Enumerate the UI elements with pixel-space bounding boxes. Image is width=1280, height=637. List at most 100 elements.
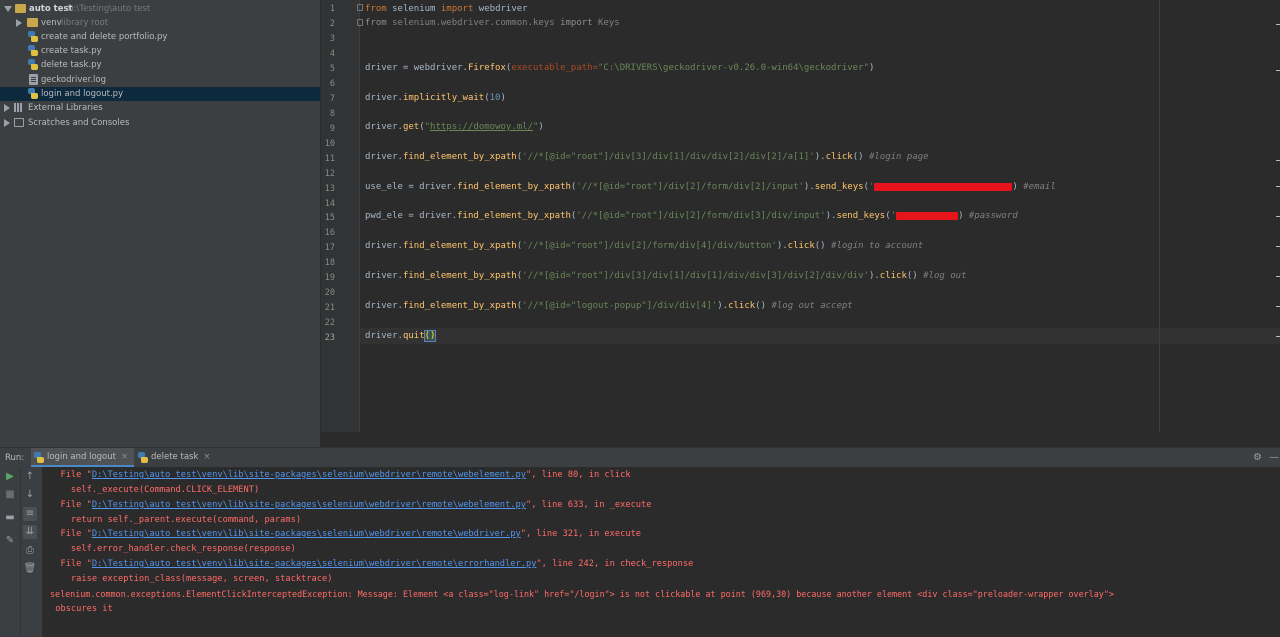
code-text: ).: [814, 152, 826, 162]
code-url-link[interactable]: https://domowoy.ml/: [430, 122, 533, 132]
tree-item-scratches[interactable]: Scratches and Consoles: [0, 116, 320, 130]
arrow-down-icon[interactable]: ↓: [23, 488, 37, 502]
console-error-line: obscures it: [50, 604, 113, 614]
stripe-mark[interactable]: [1276, 216, 1280, 217]
console-file-link[interactable]: D:\Testing\auto test\venv\lib\site-packa…: [92, 559, 537, 569]
console-text: File ": [50, 470, 92, 480]
line-number: 22: [324, 318, 335, 328]
tree-item-file-selected[interactable]: login and logout.py: [0, 87, 320, 101]
print-icon[interactable]: ⎙: [23, 544, 37, 558]
chevron-right-icon[interactable]: [4, 104, 10, 112]
line-number: 10: [324, 139, 335, 149]
stripe-mark[interactable]: [1276, 186, 1280, 187]
tab-login-and-logout[interactable]: login and logout ×: [31, 448, 135, 467]
arrow-up-icon[interactable]: ↑: [23, 470, 37, 484]
console-text: File ": [50, 500, 92, 510]
run-console-output[interactable]: File "D:\Testing\auto test\venv\lib\site…: [42, 467, 1280, 637]
close-icon[interactable]: ×: [203, 452, 210, 462]
line-number: 1: [329, 4, 335, 14]
stripe-mark[interactable]: [1276, 246, 1280, 247]
gear-icon[interactable]: ⚙: [1253, 452, 1262, 463]
line-number: 8: [329, 109, 335, 119]
console-line: self._execute(Command.CLICK_ELEMENT): [50, 485, 260, 495]
stripe-mark[interactable]: [1276, 276, 1280, 277]
code-comment: #login page: [868, 152, 929, 162]
code-string: '//*[@id="root"]/div[3]/div[1]/div/div[2…: [522, 152, 815, 162]
python-file-icon: [28, 59, 38, 70]
code-text: ).: [825, 211, 837, 221]
tree-item-file[interactable]: delete task.py: [0, 58, 320, 72]
chevron-right-icon[interactable]: [4, 119, 10, 127]
line-number: 17: [324, 243, 335, 253]
tree-root-auto-test[interactable]: auto test D:\Testing\auto test: [0, 2, 320, 16]
line-number: 15: [324, 213, 335, 223]
close-icon[interactable]: ×: [121, 452, 128, 462]
console-text: ", line 242, in check_response: [536, 559, 694, 569]
code-editor[interactable]: 1 2 3 4 5 6 7 8 9 10 11 12 13 14 15 16 1…: [321, 0, 1280, 447]
console-file-link[interactable]: D:\Testing\auto test\venv\lib\site-packa…: [92, 470, 526, 480]
line-number: 16: [324, 228, 335, 238]
code-function: click: [787, 241, 815, 251]
code-param: executable_path=: [511, 63, 599, 73]
tree-item-file[interactable]: create and delete portfolio.py: [0, 30, 320, 44]
code-line-7: driver.implicitly_wait(10): [365, 91, 506, 105]
code-text: driver.: [365, 331, 403, 341]
line-number: 20: [324, 288, 335, 298]
log-file-icon: [29, 74, 38, 85]
console-file-link[interactable]: D:\Testing\auto test\venv\lib\site-packa…: [92, 500, 526, 510]
toolbar-divider: [20, 467, 21, 637]
right-margin-guide: [1159, 0, 1160, 432]
code-text: (): [906, 271, 924, 281]
rerun-icon[interactable]: ▶: [3, 470, 17, 484]
stripe-mark[interactable]: [1276, 160, 1280, 161]
code-function: find_element_by_xpath: [402, 152, 517, 162]
line-number: 14: [324, 199, 335, 209]
console-file-link[interactable]: D:\Testing\auto test\venv\lib\site-packa…: [92, 529, 521, 539]
pin-icon[interactable]: ✎: [3, 534, 17, 548]
code-function: implicitly_wait: [402, 93, 485, 103]
scroll-to-end-icon[interactable]: ⇊: [23, 525, 37, 539]
console-text: ", line 633, in _execute: [525, 500, 652, 510]
stripe-mark[interactable]: [1276, 336, 1280, 337]
code-text: ): [1012, 182, 1024, 192]
code-function: Firefox: [467, 63, 506, 73]
code-string: '//*[@id="root"]/div[2]/form/div[4]/div/…: [522, 241, 777, 251]
tab-label: delete task: [151, 452, 199, 462]
tree-item-venv[interactable]: venv library root: [0, 16, 320, 30]
tree-item-file[interactable]: create task.py: [0, 44, 320, 58]
console-line: self.error_handler.check_response(respon…: [50, 544, 296, 554]
minimize-icon[interactable]: —: [1269, 452, 1279, 463]
code-line-9: driver.get("https://domowoy.ml/"): [365, 120, 544, 134]
console-line: File "D:\Testing\auto test\venv\lib\site…: [50, 527, 641, 541]
stripe-mark[interactable]: [1276, 70, 1280, 71]
layout-icon[interactable]: ▬: [3, 511, 17, 525]
code-text: ): [868, 63, 875, 73]
code-text: ).: [776, 241, 788, 251]
code-text: ).: [803, 182, 815, 192]
trash-icon[interactable]: 🗑: [23, 562, 37, 576]
stripe-mark[interactable]: [1276, 306, 1280, 307]
fold-marker-icon[interactable]: [357, 4, 363, 11]
tree-item-label: Scratches and Consoles: [28, 118, 130, 128]
console-text: File ": [50, 559, 92, 569]
tab-delete-task[interactable]: delete task ×: [135, 448, 217, 467]
chevron-right-icon[interactable]: [16, 19, 22, 27]
tree-item-label: delete task.py: [41, 60, 102, 70]
code-line-1: from selenium import webdriver: [365, 2, 528, 16]
code-string: '//*[@id="root"]/div[3]/div[1]/div[1]/di…: [522, 271, 869, 281]
code-function: click: [879, 271, 907, 281]
line-number: 18: [324, 258, 335, 268]
tree-item-suffix: library root: [61, 18, 109, 28]
stripe-mark[interactable]: [1276, 24, 1280, 25]
folder-icon: [27, 18, 38, 27]
soft-wrap-icon[interactable]: ≡: [23, 507, 37, 521]
fold-marker-icon[interactable]: [357, 19, 363, 26]
tree-item-external-libraries[interactable]: External Libraries: [0, 101, 320, 115]
chevron-down-icon[interactable]: [4, 6, 12, 12]
keyword: from: [365, 4, 387, 14]
tree-item-label: create task.py: [41, 46, 102, 56]
stop-icon[interactable]: ■: [3, 488, 17, 502]
code-function: quit: [402, 331, 425, 341]
code-comment: #password: [968, 211, 1018, 221]
tree-item-file[interactable]: geckodriver.log: [0, 73, 320, 87]
